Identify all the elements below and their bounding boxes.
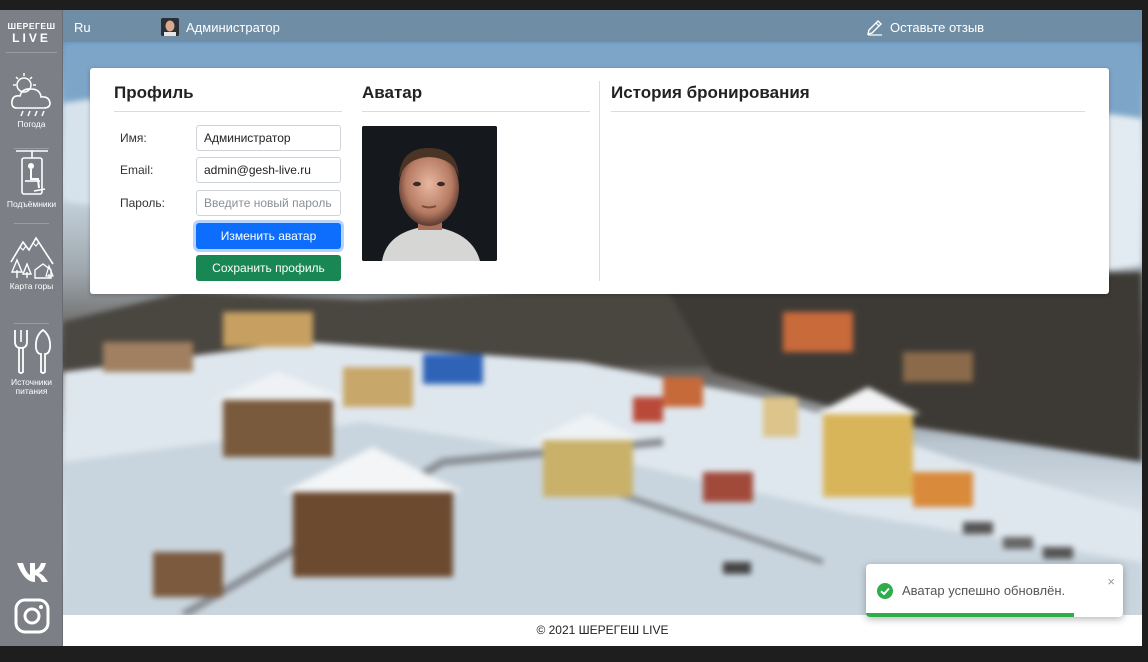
language-switcher[interactable]: Ru [74,20,91,35]
vk-icon [17,563,48,582]
user-menu[interactable]: Администратор [161,18,280,36]
toast-message: Аватар успешно обновлён. [902,583,1066,598]
food-icon [13,328,51,374]
app-window: ШЕРЕГЕШ LIVE Погода Подъёмники Карта гор… [0,10,1142,646]
feedback-link[interactable]: Оставьте отзыв [866,18,984,36]
divider [14,323,49,324]
password-label: Пароль: [120,196,165,210]
name-field[interactable] [196,125,341,151]
sidebar-item-label: Погода [17,119,46,129]
sidebar-item-label: Источники питания [10,377,53,396]
pencil-icon [867,20,882,36]
instagram-icon [14,598,50,634]
toast-progress-bar [866,613,1075,617]
footer: © 2021 ШЕРЕГЕШ LIVE [63,615,1142,646]
change-avatar-button[interactable]: Изменить аватар [196,223,341,249]
sidebar: ШЕРЕГЕШ LIVE Погода Подъёмники Карта гор… [0,10,63,646]
weather-icon [10,73,51,117]
copyright: © 2021 ШЕРЕГЕШ LIVE [536,623,669,637]
sidebar-item-weather[interactable]: Погода [0,72,63,129]
logo-line1: ШЕРЕГЕШ [7,21,56,31]
password-field[interactable] [196,190,341,216]
profile-title: Профиль [114,83,194,102]
email-field[interactable] [196,157,341,183]
mountain-map-icon [9,236,54,279]
divider [611,111,1085,112]
logo[interactable]: ШЕРЕГЕШ LIVE [0,22,63,44]
vk-link[interactable] [14,556,50,592]
avatar-image [362,126,497,261]
avatar [161,18,179,36]
toast-notification: Аватар успешно обновлён. × [866,564,1123,617]
name-label: Имя: [120,131,147,145]
feedback-label: Оставьте отзыв [890,19,985,35]
divider [6,52,57,53]
booking-history-title: История бронирования [611,83,810,102]
save-profile-button[interactable]: Сохранить профиль [196,255,341,281]
check-icon [877,583,893,599]
divider [362,111,590,112]
sidebar-item-lifts[interactable]: Подъёмники [0,148,63,209]
divider [14,223,49,224]
logo-line2: LIVE [12,30,51,45]
top-bar: Ru Администратор Оставьте отзыв [63,10,1142,42]
sidebar-item-mountain-map[interactable]: Карта горы [0,232,63,291]
ski-lift-icon [15,150,48,195]
divider [599,81,600,281]
sidebar-item-label: Подъёмники [6,199,57,209]
avatar-title: Аватар [362,83,423,102]
sidebar-item-food[interactable]: Источники питания [0,328,63,396]
profile-card: Профиль Имя: Email: Пароль: Изменить ава… [90,68,1109,294]
username: Администратор [186,19,280,35]
divider [114,111,342,112]
email-label: Email: [120,163,154,177]
close-icon[interactable]: × [1107,574,1115,589]
sidebar-item-label: Карта горы [9,281,54,291]
instagram-link[interactable] [14,598,50,634]
